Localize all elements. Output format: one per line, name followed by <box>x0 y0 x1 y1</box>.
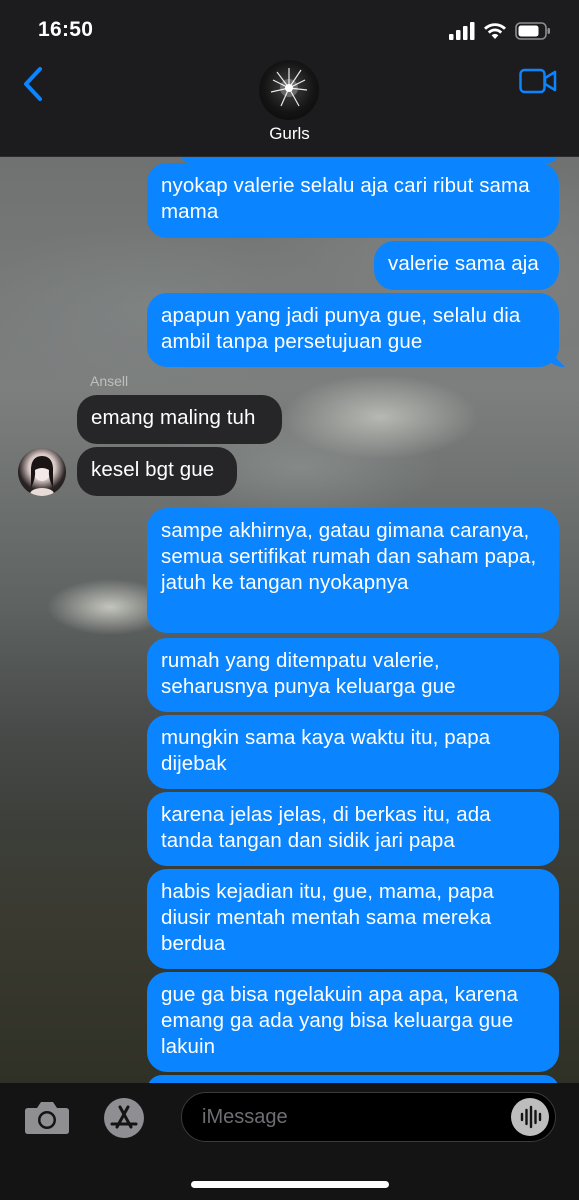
signal-icon <box>449 22 475 40</box>
message-bubble-incoming[interactable]: kesel bgt gue <box>77 447 237 496</box>
message-bubble-outgoing[interactable]: apapun yang jadi punya gue, selalu dia a… <box>147 293 559 367</box>
message-bubble-partial <box>147 1075 559 1083</box>
message-bubble-outgoing[interactable]: karena jelas jelas, di berkas itu, ada t… <box>147 792 559 866</box>
message-bubble-outgoing[interactable]: habis kejadian itu, gue, mama, papa dius… <box>147 869 559 969</box>
back-chevron-icon[interactable] <box>20 66 50 102</box>
camera-icon[interactable] <box>24 1099 70 1135</box>
app-store-icon[interactable] <box>100 1097 148 1139</box>
status-bar: 16:50 <box>0 0 579 56</box>
message-thread[interactable]: nyokap valerie selalu aja cari ribut sam… <box>0 157 579 1083</box>
message-bubble-outgoing[interactable]: rumah yang ditempatu valerie, seharusnya… <box>147 638 559 712</box>
group-name[interactable]: Gurls <box>0 124 579 144</box>
message-bubble-outgoing[interactable]: valerie sama aja <box>374 241 559 290</box>
message-input-placeholder: iMessage <box>202 1106 288 1128</box>
message-bubble-outgoing[interactable]: mungkin sama kaya waktu itu, papa dijeba… <box>147 715 559 789</box>
sender-name: Ansell <box>90 373 129 389</box>
wifi-icon <box>484 23 506 39</box>
audio-message-icon[interactable] <box>511 1098 549 1136</box>
conversation-header: Gurls <box>0 56 579 157</box>
message-bubble-outgoing[interactable]: sampe akhirnya, gatau gimana caranya, se… <box>147 508 559 633</box>
message-bubble-incoming[interactable]: emang maling tuh <box>77 395 282 444</box>
message-bubble-outgoing[interactable]: nyokap valerie selalu aja cari ribut sam… <box>147 163 559 238</box>
group-avatar[interactable] <box>259 60 319 120</box>
home-indicator[interactable] <box>191 1181 389 1188</box>
video-call-icon[interactable] <box>519 68 557 94</box>
battery-icon <box>515 22 550 40</box>
message-input[interactable]: iMessage <box>181 1092 556 1142</box>
status-time: 16:50 <box>38 18 94 41</box>
message-bubble-outgoing[interactable]: gue ga bisa ngelakuin apa apa, karena em… <box>147 972 559 1072</box>
status-icons <box>449 20 551 42</box>
avatar[interactable] <box>18 448 66 496</box>
